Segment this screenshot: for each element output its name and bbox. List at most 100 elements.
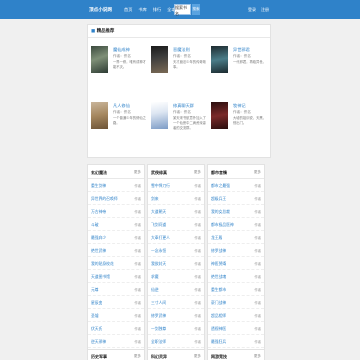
item-title[interactable]: 星辰变 [91, 300, 102, 306]
item-title[interactable]: 修罗武神 [151, 313, 166, 319]
item-title[interactable]: 最强弃少 [91, 235, 106, 241]
list-item[interactable]: 都市之最强 作者 [208, 179, 264, 192]
book-title[interactable]: 牧神记 [233, 103, 246, 109]
list-item[interactable]: 飞剑问道 作者 [148, 218, 204, 231]
list-item[interactable]: 大道朝天 作者 [148, 205, 204, 218]
item-title[interactable]: 我的贴身校花 [91, 261, 114, 267]
item-title[interactable]: 异世界的召唤师 [91, 196, 118, 202]
book-cover[interactable] [211, 102, 228, 129]
featured-book[interactable]: 异世邪君 作者：佚名 一代邪君，再临异世。 [211, 46, 269, 78]
item-title[interactable]: 一剑独尊 [151, 326, 166, 332]
list-item[interactable]: 透视神医 作者 [208, 322, 264, 335]
more-link[interactable]: 更多 [254, 170, 261, 175]
item-title[interactable]: 大道朝天 [151, 209, 166, 215]
item-title[interactable]: 我的女总裁 [211, 209, 230, 215]
book-cover[interactable] [91, 46, 108, 73]
list-item[interactable]: 超级兵王 作者 [208, 192, 264, 205]
featured-book[interactable]: 修真聊天群 作者：佚名 某天宋书航意外加入了一个仙侠中二病资深患者的交流群。 [151, 102, 209, 134]
list-item[interactable]: 剑来 作者 [148, 192, 204, 205]
item-title[interactable]: 重生都市 [211, 287, 226, 293]
item-title[interactable]: 仙逆 [151, 287, 159, 293]
list-item[interactable]: 求魔 作者 [148, 270, 204, 283]
book-title[interactable]: 魔仙成神 [113, 47, 130, 53]
list-item[interactable]: 绝世战魂 作者 [208, 270, 264, 283]
more-link[interactable]: 更多 [134, 170, 141, 175]
item-title[interactable]: 天道图书馆 [91, 274, 110, 280]
item-title[interactable]: 重生剑神 [91, 183, 106, 189]
nav-library[interactable]: 书库 [138, 7, 146, 13]
item-title[interactable]: 最强狂兵 [211, 339, 226, 345]
item-title[interactable]: 我欲封天 [151, 261, 166, 267]
list-item[interactable]: 绝世武神 作者 [88, 244, 144, 257]
item-title[interactable]: 超品相师 [211, 313, 226, 319]
item-title[interactable]: 万古神帝 [91, 209, 106, 215]
item-title[interactable]: 龙王殿 [211, 235, 222, 241]
item-title[interactable]: 剑来 [151, 196, 159, 202]
item-title[interactable]: 神医赘婿 [211, 261, 226, 267]
register-link[interactable]: 注册 [261, 7, 269, 13]
item-title[interactable]: 元尊 [91, 287, 99, 293]
nav-home[interactable]: 首页 [124, 7, 132, 13]
item-title[interactable]: 透视神医 [211, 326, 226, 332]
list-item[interactable]: 一剑独尊 作者 [148, 322, 204, 335]
item-title[interactable]: 飞剑问道 [151, 222, 166, 228]
list-item[interactable]: 伏天氏 作者 [88, 322, 144, 335]
list-item[interactable]: 一念永恒 作者 [148, 244, 204, 257]
list-item[interactable]: 我的贴身校花 作者 [88, 257, 144, 270]
item-title[interactable]: 超级兵王 [211, 196, 226, 202]
more-link[interactable]: 更多 [194, 354, 201, 359]
book-title[interactable]: 异世邪君 [233, 47, 250, 53]
item-title[interactable]: 逆天邪神 [91, 339, 106, 345]
list-item[interactable]: 逆天邪神 作者 [88, 335, 144, 348]
list-item[interactable]: 修罗战神 作者 [208, 244, 264, 257]
list-item[interactable]: 豪门战神 作者 [208, 296, 264, 309]
item-title[interactable]: 伏天氏 [91, 326, 102, 332]
list-item[interactable]: 我欲封天 作者 [148, 257, 204, 270]
more-link[interactable]: 更多 [134, 354, 141, 359]
book-cover[interactable] [151, 46, 168, 73]
item-title[interactable]: 斗破 [91, 222, 99, 228]
item-title[interactable]: 修罗战神 [211, 248, 226, 254]
item-title[interactable]: 全职法师 [151, 339, 166, 345]
item-title[interactable]: 绝世战魂 [211, 274, 226, 280]
featured-book[interactable]: 恶魔法则 作者：佚名 天才魔法少年的传奇故事。 [151, 46, 209, 78]
list-item[interactable]: 雪中悍刀行 作者 [148, 179, 204, 192]
list-item[interactable]: 大奉打更人 作者 [148, 231, 204, 244]
nav-ranking[interactable]: 排行 [153, 7, 161, 13]
featured-book[interactable]: 牧神记 作者：佚名 大墟的祖训说，天黑，别出门。 [211, 102, 269, 134]
list-item[interactable]: 万古神帝 作者 [88, 205, 144, 218]
list-item[interactable]: 修罗武神 作者 [148, 309, 204, 322]
book-title[interactable]: 凡人修仙 [113, 103, 130, 109]
list-item[interactable]: 重生剑神 作者 [88, 179, 144, 192]
list-item[interactable]: 元尊 作者 [88, 283, 144, 296]
item-title[interactable]: 圣墟 [91, 313, 99, 319]
login-link[interactable]: 登录 [248, 7, 256, 13]
item-title[interactable]: 大奉打更人 [151, 235, 170, 241]
item-title[interactable]: 绝世武神 [91, 248, 106, 254]
list-item[interactable]: 我的女总裁 作者 [208, 205, 264, 218]
book-cover[interactable] [91, 102, 108, 129]
list-item[interactable]: 最强狂兵 作者 [208, 335, 264, 348]
site-logo[interactable]: 顶点小说网 [89, 7, 112, 13]
list-item[interactable]: 龙王殿 作者 [208, 231, 264, 244]
book-cover[interactable] [151, 102, 168, 129]
list-item[interactable]: 仙逆 作者 [148, 283, 204, 296]
list-item[interactable]: 三寸人间 作者 [148, 296, 204, 309]
book-title[interactable]: 修真聊天群 [173, 103, 194, 109]
item-title[interactable]: 一念永恒 [151, 248, 166, 254]
list-item[interactable]: 星辰变 作者 [88, 296, 144, 309]
book-title[interactable]: 恶魔法则 [173, 47, 190, 53]
list-item[interactable]: 重生都市 作者 [208, 283, 264, 296]
item-title[interactable]: 豪门战神 [211, 300, 226, 306]
list-item[interactable]: 圣墟 作者 [88, 309, 144, 322]
list-item[interactable]: 全职法师 作者 [148, 335, 204, 348]
item-title[interactable]: 雪中悍刀行 [151, 183, 170, 189]
search-input[interactable]: 搜索书名 [174, 4, 191, 16]
list-item[interactable]: 都市极品医神 作者 [208, 218, 264, 231]
featured-book[interactable]: 魔仙成神 作者：佚名 一界一修，唯有成神才能不灭。 [91, 46, 149, 78]
search-button[interactable]: 搜索 [192, 4, 200, 15]
list-item[interactable]: 超品相师 作者 [208, 309, 264, 322]
item-title[interactable]: 都市极品医神 [211, 222, 234, 228]
item-title[interactable]: 都市之最强 [211, 183, 230, 189]
more-link[interactable]: 更多 [194, 170, 201, 175]
